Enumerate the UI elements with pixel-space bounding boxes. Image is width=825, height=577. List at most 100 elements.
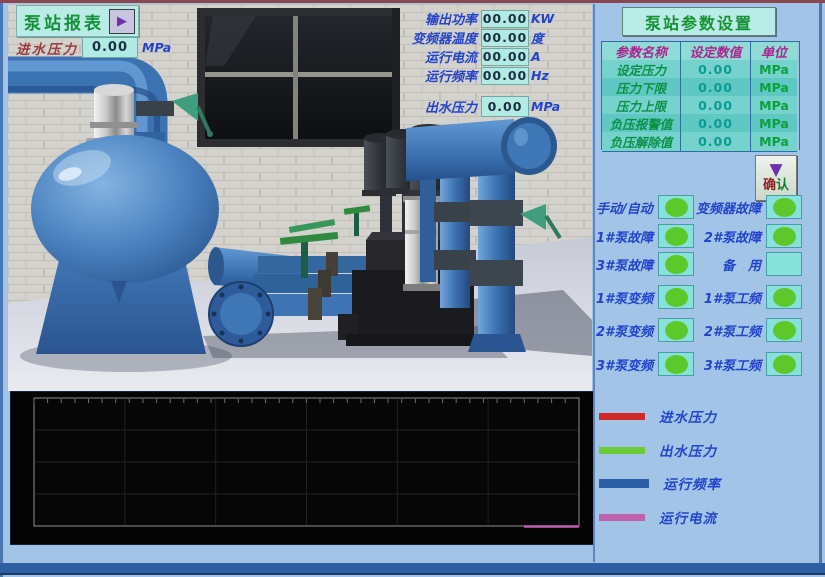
trend-chart (10, 391, 594, 545)
frame-top-edge (0, 0, 825, 3)
legend-swatch-outlet (599, 447, 645, 454)
column-header: 单位 (751, 42, 797, 62)
param-value[interactable]: 0.00 (681, 132, 751, 152)
status-row: 1#泵故障 2#泵故障 (596, 224, 802, 246)
telemetry-label: 运行频率 (405, 66, 477, 85)
lamp-dot (665, 255, 688, 274)
frame-bottom-edge (0, 563, 825, 575)
telemetry-label: 变频器温度 (405, 28, 477, 47)
status-lamp (766, 252, 802, 276)
report-button-group[interactable]: 泵站报表 ▶ (16, 5, 139, 37)
pressure-tank (31, 132, 219, 354)
lamp-dot (665, 227, 688, 246)
lamp-dot (665, 321, 688, 340)
status-lamp (658, 195, 694, 219)
telemetry-value: 00.00 (481, 10, 529, 28)
status-indicator-grid: 手动/自动 变频器故障 1#泵故障 2#泵故障 3#泵故障 备 用 1#泵变频 … (596, 195, 802, 374)
telemetry-label: 运行电流 (405, 47, 477, 66)
lamp-dot (773, 321, 796, 340)
telemetry-value: 00.00 (481, 67, 529, 85)
status-lamp (658, 252, 694, 276)
param-name: 负压报警值 (602, 114, 681, 134)
play-icon: ▶ (117, 15, 127, 28)
legend-item: 运行电流 (599, 510, 717, 524)
chart-ticks (34, 399, 579, 403)
settings-row: 负压报警值 0.00 MPa (602, 114, 799, 132)
status-lamp (658, 224, 694, 248)
status-label: 备 用 (696, 255, 764, 274)
status-label: 1#泵故障 (596, 227, 656, 246)
param-value[interactable]: 0.00 (681, 60, 751, 80)
status-label: 3#泵故障 (596, 255, 656, 274)
inlet-pressure-label: 进水压力 (16, 38, 78, 58)
param-unit: MPa (751, 132, 797, 152)
param-unit: MPa (751, 114, 797, 134)
lamp-dot (665, 288, 688, 307)
param-value[interactable]: 0.00 (681, 78, 751, 98)
telemetry-unit: A (531, 49, 565, 64)
settings-row: 压力下限 0.00 MPa (602, 78, 799, 96)
status-label: 1#泵变频 (596, 288, 656, 307)
status-label: 2#泵故障 (696, 227, 764, 246)
inlet-pressure-value: 0.00 (82, 37, 138, 58)
window (197, 8, 400, 147)
lamp-dot (773, 198, 796, 217)
settings-table-header: 参数名称 设定数值 单位 (602, 42, 799, 60)
status-label: 手动/自动 (596, 198, 656, 217)
legend-item: 运行频率 (599, 476, 721, 490)
telemetry-block: 输出功率 00.00 KW 变频器温度 00.00 度 运行电流 00.00 A… (405, 9, 565, 85)
telemetry-row: 变频器温度 00.00 度 (405, 28, 565, 47)
telemetry-row: 运行电流 00.00 A (405, 47, 565, 66)
status-lamp (766, 195, 802, 219)
outlet-pressure-label: 出水压力 (405, 97, 477, 116)
status-row: 3#泵故障 备 用 (596, 252, 802, 274)
report-play-button[interactable]: ▶ (109, 9, 135, 34)
telemetry-row: 输出功率 00.00 KW (405, 9, 565, 28)
outlet-pressure-unit: MPa (531, 99, 565, 114)
hmi-screen: 泵站报表 ▶ 进水压力 0.00 MPa 输出功率 00.00 KW 变频器温度… (0, 0, 825, 577)
telemetry-label: 输出功率 (405, 9, 477, 28)
status-row: 3#泵变频 3#泵工频 (596, 352, 802, 374)
status-label: 3#泵变频 (596, 355, 656, 374)
outlet-pressure-value: 0.00 (481, 96, 529, 117)
param-unit: MPa (751, 78, 797, 98)
frame-left-edge (0, 3, 3, 577)
status-lamp (658, 318, 694, 342)
status-lamp (766, 352, 802, 376)
lamp-dot (773, 355, 796, 374)
status-lamp (766, 318, 802, 342)
frame-right-edge (819, 3, 822, 563)
status-label: 3#泵工频 (696, 355, 764, 374)
param-value[interactable]: 0.00 (681, 114, 751, 134)
inlet-pressure-readout: 进水压力 0.00 MPa (16, 37, 171, 58)
settings-row: 设定压力 0.00 MPa (602, 60, 799, 78)
telemetry-unit: Hz (531, 68, 565, 83)
lamp-dot (773, 288, 796, 307)
report-button-label: 泵站报表 (24, 9, 104, 34)
lamp-dot (773, 227, 796, 246)
lamp-dot (665, 198, 688, 217)
status-lamp (658, 285, 694, 309)
lamp-dot (665, 355, 688, 374)
legend-swatch-inlet (599, 413, 645, 420)
legend-label: 运行电流 (659, 507, 717, 527)
telemetry-value: 00.00 (481, 29, 529, 47)
confirm-label: 确 (763, 178, 776, 193)
settings-row: 负压解除值 0.00 MPa (602, 132, 799, 150)
param-name: 设定压力 (602, 60, 681, 80)
status-lamp (766, 285, 802, 309)
status-lamp (658, 352, 694, 376)
legend-label: 进水压力 (659, 406, 717, 426)
status-label: 变频器故障 (696, 198, 764, 217)
status-label: 1#泵工频 (696, 288, 764, 307)
param-name: 压力下限 (602, 78, 681, 98)
legend-swatch-current (599, 514, 645, 521)
param-unit: MPa (751, 60, 797, 80)
status-lamp (766, 224, 802, 248)
column-header: 设定数值 (681, 42, 751, 62)
outlet-pressure-readout: 出水压力 0.00 MPa (405, 96, 565, 115)
settings-row: 压力上限 0.00 MPa (602, 96, 799, 114)
param-value[interactable]: 0.00 (681, 96, 751, 116)
param-name: 压力上限 (602, 96, 681, 116)
legend-label: 出水压力 (659, 440, 717, 460)
